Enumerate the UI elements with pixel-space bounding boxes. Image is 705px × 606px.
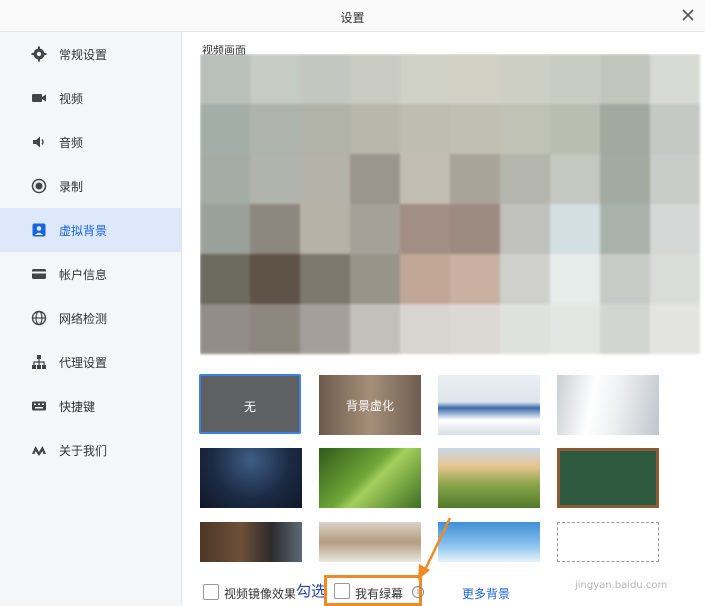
background-option-white-room[interactable] [557, 375, 659, 435]
sidebar-item-label: 常规设置 [59, 48, 108, 62]
background-option-chalkboard[interactable] [557, 448, 659, 508]
annotation-arrow-icon [418, 517, 452, 580]
background-option-custom[interactable] [557, 522, 659, 562]
pixelated-video-frame [200, 54, 700, 394]
title-bar: 设置 [0, 0, 705, 32]
sidebar-item-label: 代理设置 [59, 356, 108, 370]
sidebar-item-general[interactable]: 常规设置 [0, 32, 181, 76]
watermark: jingyan.baidu.com [575, 580, 668, 591]
background-option-office-blue[interactable] [438, 375, 540, 435]
sidebar-item-virtual-background[interactable]: 虚拟背景 [0, 208, 181, 252]
green-screen-label: 我有绿幕 [355, 587, 404, 601]
background-option-blur[interactable]: 背景虚化 [319, 375, 421, 435]
sidebar-item-audio[interactable]: 音频 [0, 120, 181, 164]
sidebar-item-label: 音频 [59, 136, 84, 150]
keyboard-icon [32, 401, 46, 411]
sidebar-item-label: 视频 [59, 92, 84, 106]
settings-sidebar: 常规设置 视频 音频 录制 虚拟背景 帐户信息 网络检测 代理设置 快捷键 关于… [0, 32, 182, 606]
window-title: 设置 [340, 11, 365, 25]
network-tree-icon [32, 355, 46, 369]
green-screen-checkbox[interactable] [334, 583, 350, 599]
video-preview [200, 54, 702, 394]
sidebar-item-about[interactable]: 关于我们 [0, 428, 181, 472]
video-camera-icon [32, 94, 46, 102]
more-backgrounds-link[interactable]: 更多背景 [462, 585, 510, 602]
logo-icon [32, 446, 46, 456]
background-option-label: 无 [243, 400, 256, 414]
info-icon[interactable]: i [412, 586, 424, 598]
annotation-text: 勾选 [296, 582, 327, 600]
portrait-icon [32, 223, 46, 237]
sidebar-item-network[interactable]: 网络检测 [0, 296, 181, 340]
speaker-icon [33, 136, 44, 148]
gear-icon [31, 46, 47, 62]
sidebar-item-label: 录制 [59, 180, 84, 194]
sidebar-item-label: 虚拟背景 [59, 224, 108, 238]
background-option-star-trails[interactable] [200, 448, 302, 508]
background-option-label: 背景虚化 [345, 399, 394, 413]
mirror-video-label: 视频镜像效果 [224, 587, 297, 601]
background-option-hills[interactable] [438, 448, 540, 508]
background-option-bookshelf[interactable] [200, 522, 302, 562]
card-icon [32, 269, 46, 279]
sidebar-item-account[interactable]: 帐户信息 [0, 252, 181, 296]
mirror-video-checkbox[interactable] [203, 584, 219, 600]
globe-icon [31, 310, 47, 326]
close-icon[interactable] [679, 6, 697, 24]
record-icon [31, 178, 47, 194]
sidebar-item-video[interactable]: 视频 [0, 76, 181, 120]
sidebar-item-label: 帐户信息 [59, 268, 108, 282]
sidebar-item-record[interactable]: 录制 [0, 164, 181, 208]
sidebar-item-label: 网络检测 [59, 312, 108, 326]
background-option-shelves[interactable] [319, 522, 421, 562]
background-option-none[interactable]: 无 [199, 374, 301, 434]
background-option-green-leaf[interactable] [319, 448, 421, 508]
sidebar-item-label: 关于我们 [59, 444, 108, 458]
sidebar-item-label: 快捷键 [59, 400, 96, 414]
sidebar-item-proxy[interactable]: 代理设置 [0, 340, 181, 384]
sidebar-item-shortcuts[interactable]: 快捷键 [0, 384, 181, 428]
